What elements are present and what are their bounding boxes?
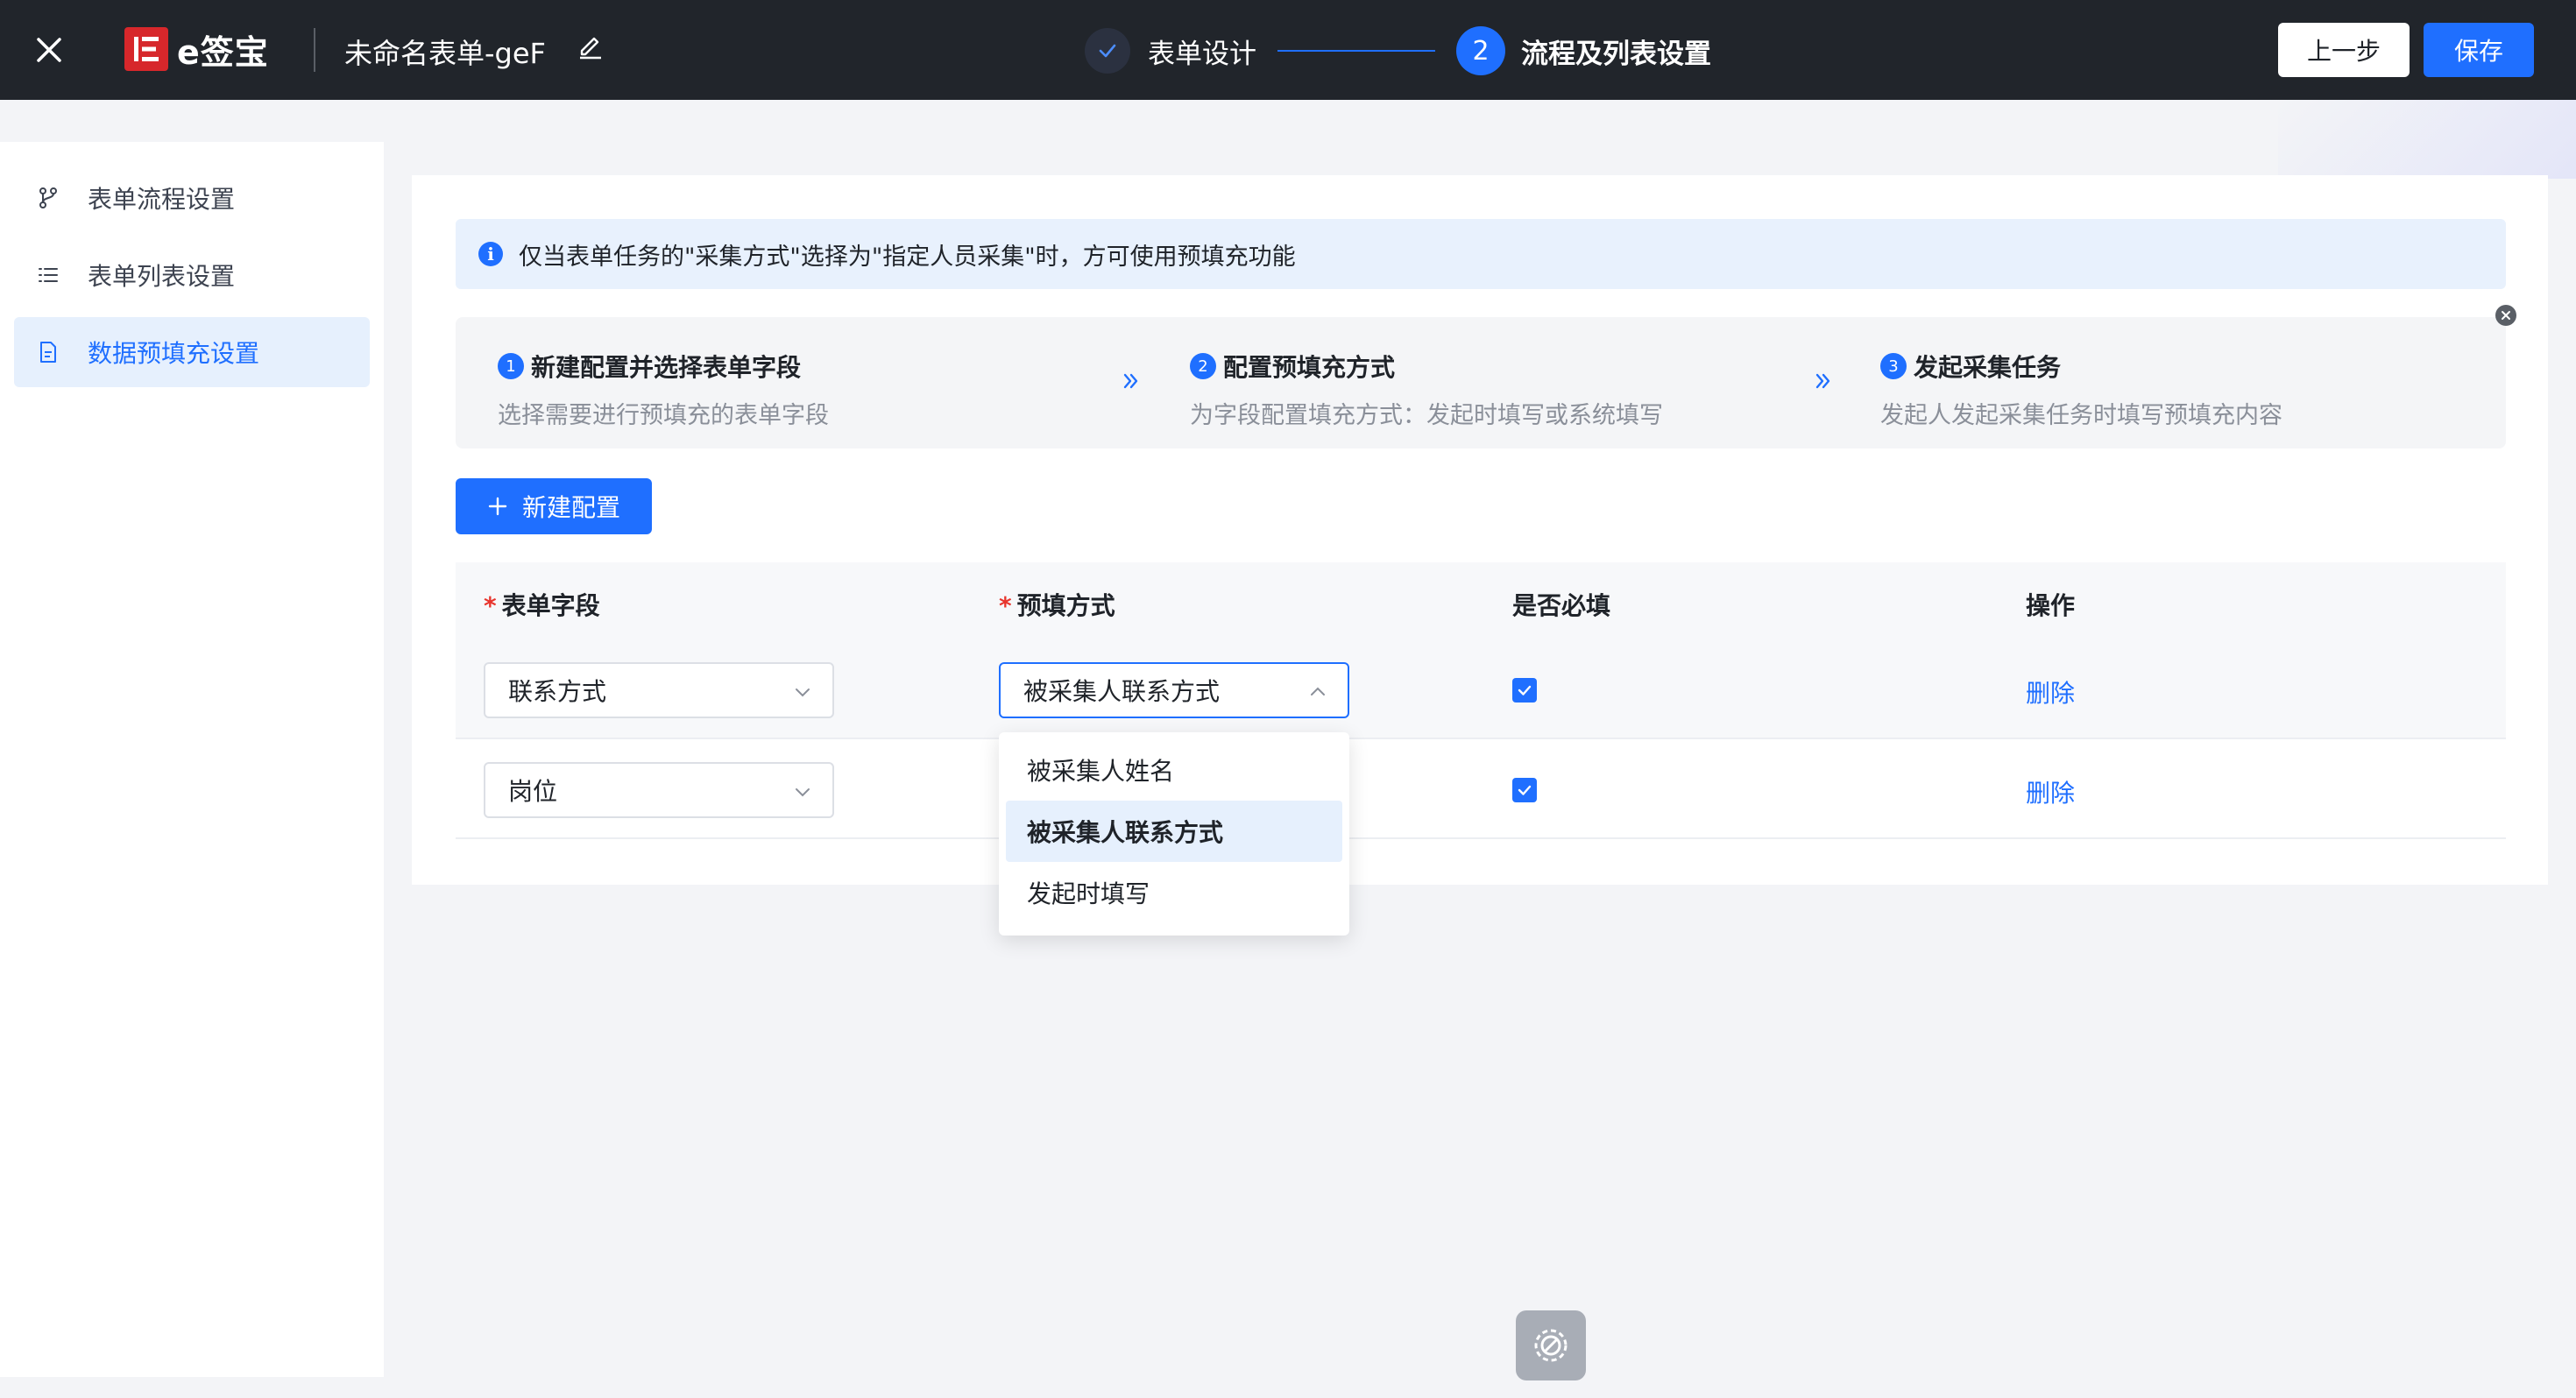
logo-mark-icon xyxy=(124,27,168,71)
check-icon xyxy=(1518,785,1532,795)
method-select[interactable]: 被采集人联系方式 xyxy=(999,662,1349,718)
guide-step-1: 1 新建配置并选择表单字段 选择需要进行预填充的表单字段 xyxy=(498,349,829,430)
new-config-button[interactable]: 新建配置 xyxy=(456,478,652,534)
sidebar-item-flow[interactable]: 表单流程设置 xyxy=(14,163,370,233)
chevron-down-icon xyxy=(796,688,810,697)
decorative-gradient xyxy=(2278,100,2576,179)
check-icon xyxy=(1085,28,1130,74)
step-number: 3 xyxy=(1880,353,1907,379)
new-config-label: 新建配置 xyxy=(521,493,620,522)
top-bar: e签宝 未命名表单-geF 表单设计 2 流程及列表设置 上一步 保存 xyxy=(0,0,2576,100)
info-text: 仅当表单任务的"采集方式"选择为"指定人员采集"时，方可使用预填充功能 xyxy=(519,243,1296,271)
progress-steps: 表单设计 2 流程及列表设置 xyxy=(1085,26,1711,75)
field-select[interactable]: 岗位 xyxy=(484,762,834,818)
guide-step-2: 2 配置预填充方式 为字段配置填充方式：发起时填写或系统填写 xyxy=(1190,349,1663,430)
dropdown-option[interactable]: 被采集人姓名 xyxy=(1006,739,1342,801)
column-header-field: * 表单字段 xyxy=(484,591,600,620)
chevron-up-icon xyxy=(1311,687,1325,695)
document-icon xyxy=(35,339,61,365)
required-checkbox[interactable] xyxy=(1512,778,1537,802)
close-icon[interactable] xyxy=(32,32,67,67)
step-number: 2 xyxy=(1456,26,1505,75)
logo-text: e签宝 xyxy=(177,32,269,72)
info-icon: i xyxy=(478,242,503,266)
step-number: 2 xyxy=(1190,353,1216,379)
delete-link[interactable]: 删除 xyxy=(2026,774,2075,809)
sidebar-item-label: 表单流程设置 xyxy=(88,185,236,214)
field-select[interactable]: 联系方式 xyxy=(484,662,834,718)
sidebar-item-label: 表单列表设置 xyxy=(88,262,236,291)
content-card: i 仅当表单任务的"采集方式"选择为"指定人员采集"时，方可使用预填充功能 1新… xyxy=(412,175,2548,885)
guide-step-title: 配置预填充方式 xyxy=(1223,353,1396,382)
table-header: * 表单字段 * 预填方式 是否必填 操作 xyxy=(456,562,2506,639)
logo: e签宝 xyxy=(124,26,269,72)
guide-step-title: 发起采集任务 xyxy=(1914,353,2062,382)
plus-icon xyxy=(488,497,507,516)
close-icon[interactable] xyxy=(2495,305,2516,326)
guide-step-desc: 发起人发起采集任务时填写预填充内容 xyxy=(1880,402,2282,429)
sidebar-item-list[interactable]: 表单列表设置 xyxy=(14,240,370,310)
sidebar-item-label: 数据预填充设置 xyxy=(88,339,260,368)
sidebar: 表单流程设置 表单列表设置 数据预填充设置 xyxy=(0,142,384,1377)
guide-steps: 1 新建配置并选择表单字段 选择需要进行预填充的表单字段 2 配置预填充方式 为字段… xyxy=(456,317,2506,448)
double-chevron-right-icon xyxy=(1118,368,1144,394)
dropdown-option-selected[interactable]: 被采集人联系方式 xyxy=(1006,801,1342,862)
column-header-action: 操作 xyxy=(2026,591,2076,620)
check-icon xyxy=(1518,685,1532,695)
prev-step-button[interactable]: 上一步 xyxy=(2278,23,2410,77)
double-chevron-right-icon xyxy=(1810,368,1836,394)
guide-step-title: 新建配置并选择表单字段 xyxy=(531,353,802,382)
settings-gear-icon[interactable] xyxy=(1516,1310,1586,1380)
form-title: 未命名表单-geF xyxy=(344,37,546,70)
info-banner: i 仅当表单任务的"采集方式"选择为"指定人员采集"时，方可使用预填充功能 xyxy=(456,219,2506,289)
dropdown-option[interactable]: 发起时填写 xyxy=(1006,862,1342,923)
save-button[interactable]: 保存 xyxy=(2424,23,2534,77)
table-row: 联系方式 被采集人联系方式 删除 xyxy=(456,639,2506,739)
method-dropdown-menu: 被采集人姓名 被采集人联系方式 发起时填写 xyxy=(999,732,1349,936)
step-form-design: 表单设计 xyxy=(1148,38,1256,70)
column-header-required: 是否必填 xyxy=(1512,591,1611,620)
divider xyxy=(314,28,315,72)
guide-step-desc: 选择需要进行预填充的表单字段 xyxy=(498,402,829,429)
table-row: 岗位 删除 xyxy=(456,739,2506,839)
branch-icon xyxy=(35,185,61,211)
guide-step-3: 3 发起采集任务 发起人发起采集任务时填写预填充内容 xyxy=(1880,349,2282,430)
step-flow-list: 流程及列表设置 xyxy=(1521,38,1711,70)
edit-icon[interactable] xyxy=(577,33,605,61)
step-connector xyxy=(1277,50,1435,52)
column-header-method: * 预填方式 xyxy=(999,591,1115,620)
list-icon xyxy=(35,262,61,288)
sidebar-item-prefill[interactable]: 数据预填充设置 xyxy=(14,317,370,387)
chevron-down-icon xyxy=(796,788,810,797)
step-number: 1 xyxy=(498,353,524,379)
delete-link[interactable]: 删除 xyxy=(2026,674,2075,710)
required-checkbox[interactable] xyxy=(1512,678,1537,703)
guide-step-desc: 为字段配置填充方式：发起时填写或系统填写 xyxy=(1190,402,1663,429)
